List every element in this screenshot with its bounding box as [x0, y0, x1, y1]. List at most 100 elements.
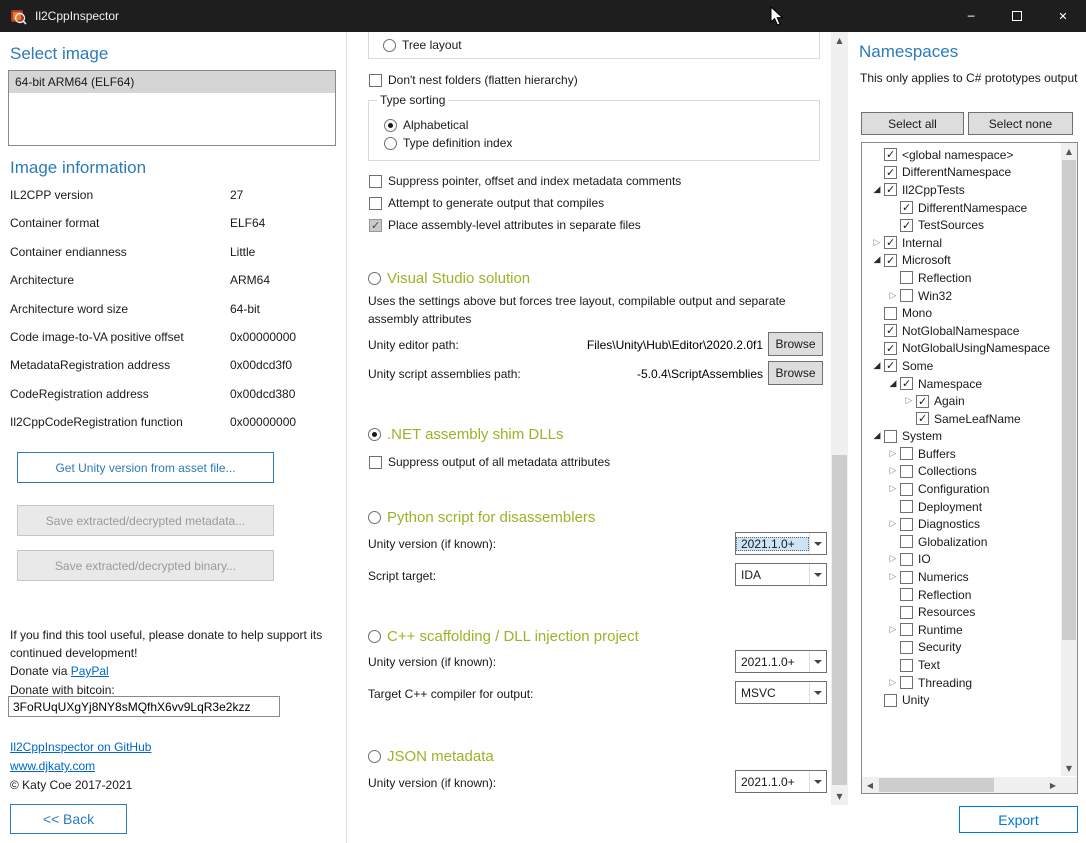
tree-item[interactable]: DifferentNamespace — [862, 199, 1060, 217]
tree-checkbox[interactable] — [900, 641, 913, 654]
tree-checkbox[interactable] — [884, 342, 897, 355]
radio-python-script[interactable]: Python script for disassemblers — [368, 509, 595, 526]
tree-item[interactable]: ◢System — [862, 428, 1060, 446]
tree-checkbox[interactable] — [900, 219, 913, 232]
tree-checkbox[interactable] — [900, 483, 913, 496]
tree-item[interactable]: ▷Diagnostics — [862, 515, 1060, 533]
expand-icon[interactable]: ▷ — [902, 396, 916, 406]
tree-item[interactable]: ▷Numerics — [862, 568, 1060, 586]
scroll-left-icon[interactable]: ◀ — [862, 777, 878, 793]
tree-item[interactable]: ▷Runtime — [862, 621, 1060, 639]
export-button[interactable]: Export — [959, 806, 1078, 833]
save-binary-button[interactable]: Save extracted/decrypted binary... — [17, 550, 274, 581]
expand-icon[interactable]: ▷ — [886, 554, 900, 564]
website-link[interactable]: www.djkaty.com — [10, 757, 95, 775]
checkbox-flatten-hierarchy[interactable]: Don't nest folders (flatten hierarchy) — [369, 73, 578, 87]
expand-icon[interactable]: ▷ — [886, 625, 900, 635]
radio-tree-layout[interactable]: Tree layout — [383, 38, 462, 52]
tree-checkbox[interactable] — [900, 606, 913, 619]
select-all-button[interactable]: Select all — [861, 112, 964, 135]
collapse-icon[interactable]: ◢ — [886, 379, 900, 389]
expand-icon[interactable]: ▷ — [886, 466, 900, 476]
scroll-up-icon[interactable]: ▲ — [831, 32, 848, 49]
paypal-link[interactable]: PayPal — [71, 664, 109, 678]
scroll-up-icon[interactable]: ▲ — [1061, 143, 1077, 159]
tree-checkbox[interactable] — [900, 659, 913, 672]
expand-icon[interactable]: ▷ — [886, 291, 900, 301]
cpp-compiler-select[interactable]: MSVC — [735, 681, 827, 704]
tree-item[interactable]: Mono — [862, 304, 1060, 322]
maximize-button[interactable] — [994, 0, 1040, 32]
tree-item[interactable]: SameLeafName — [862, 410, 1060, 428]
browse-assemblies-path-button[interactable]: Browse — [768, 361, 823, 385]
tree-item[interactable]: NotGlobalUsingNamespace — [862, 340, 1060, 358]
tree-checkbox[interactable] — [884, 324, 897, 337]
tree-item[interactable]: TestSources — [862, 216, 1060, 234]
tree-item[interactable]: Unity — [862, 691, 1060, 709]
tree-checkbox[interactable] — [884, 307, 897, 320]
tree-item[interactable]: ▷Again — [862, 392, 1060, 410]
tree-checkbox[interactable] — [900, 289, 913, 302]
tree-item[interactable]: ▷IO — [862, 551, 1060, 569]
save-metadata-button[interactable]: Save extracted/decrypted metadata... — [17, 505, 274, 536]
tree-item[interactable]: Globalization — [862, 533, 1060, 551]
unity-version-select-cpp[interactable]: 2021.1.0+ — [735, 650, 827, 673]
scroll-down-icon[interactable]: ▼ — [831, 788, 848, 805]
tree-checkbox[interactable] — [900, 571, 913, 584]
tree-checkbox[interactable] — [900, 377, 913, 390]
tree-item[interactable]: Security — [862, 639, 1060, 657]
tree-item[interactable]: Reflection — [862, 586, 1060, 604]
tree-checkbox[interactable] — [884, 183, 897, 196]
unity-version-select-json[interactable]: 2021.1.0+ — [735, 770, 827, 793]
expand-icon[interactable]: ▷ — [886, 484, 900, 494]
get-unity-version-button[interactable]: Get Unity version from asset file... — [17, 452, 274, 483]
scroll-right-icon[interactable]: ▶ — [1045, 777, 1061, 793]
collapse-icon[interactable]: ◢ — [870, 185, 884, 195]
tree-checkbox[interactable] — [900, 271, 913, 284]
expand-icon[interactable]: ▷ — [886, 572, 900, 582]
tree-checkbox[interactable] — [900, 553, 913, 566]
minimize-button[interactable]: ─ — [948, 0, 994, 32]
browse-editor-path-button[interactable]: Browse — [768, 332, 823, 356]
radio-cpp-scaffolding[interactable]: C++ scaffolding / DLL injection project — [368, 628, 639, 645]
tree-checkbox[interactable] — [916, 412, 929, 425]
tree-checkbox[interactable] — [884, 694, 897, 707]
tree-checkbox[interactable] — [900, 201, 913, 214]
select-none-button[interactable]: Select none — [968, 112, 1073, 135]
tree-item[interactable]: Text — [862, 656, 1060, 674]
radio-json-metadata[interactable]: JSON metadata — [368, 748, 494, 765]
collapse-icon[interactable]: ◢ — [870, 361, 884, 371]
tree-item[interactable]: ▷Collections — [862, 463, 1060, 481]
tree-item[interactable]: Reflection — [862, 269, 1060, 287]
bitcoin-address-input[interactable] — [8, 696, 280, 717]
tree-item[interactable]: ◢Microsoft — [862, 252, 1060, 270]
expand-icon[interactable]: ▷ — [886, 449, 900, 459]
namespace-tree[interactable]: <global namespace> DifferentNamespace◢Il2… — [862, 143, 1060, 776]
radio-type-definition-index[interactable]: Type definition index — [384, 136, 512, 150]
tree-checkbox[interactable] — [884, 236, 897, 249]
tree-checkbox[interactable] — [900, 518, 913, 531]
tree-vscrollbar-thumb[interactable] — [1062, 160, 1076, 640]
image-listbox[interactable]: 64-bit ARM64 (ELF64) — [8, 70, 336, 146]
unity-editor-path-input[interactable] — [553, 335, 763, 355]
radio-visual-studio-solution[interactable]: Visual Studio solution — [368, 270, 530, 287]
checkbox-compilable-output[interactable]: Attempt to generate output that compiles — [369, 196, 604, 210]
tree-checkbox[interactable] — [884, 359, 897, 372]
tree-checkbox[interactable] — [900, 500, 913, 513]
tree-checkbox[interactable] — [900, 535, 913, 548]
tree-item[interactable]: ▷Win32 — [862, 287, 1060, 305]
checkbox-suppress-metadata-comments[interactable]: Suppress pointer, offset and index metad… — [369, 174, 681, 188]
tree-item[interactable]: <global namespace> — [862, 146, 1060, 164]
collapse-icon[interactable]: ◢ — [870, 255, 884, 265]
scroll-down-icon[interactable]: ▼ — [1061, 760, 1077, 776]
expand-icon[interactable]: ▷ — [886, 519, 900, 529]
tree-item[interactable]: ▷Threading — [862, 674, 1060, 692]
tree-item[interactable]: Resources — [862, 603, 1060, 621]
collapse-icon[interactable]: ◢ — [870, 431, 884, 441]
tree-item[interactable]: ◢Some — [862, 357, 1060, 375]
expand-icon[interactable]: ▷ — [870, 238, 884, 248]
tree-checkbox[interactable] — [884, 166, 897, 179]
middle-scrollbar-thumb[interactable] — [832, 455, 847, 785]
close-button[interactable]: ✕ — [1040, 0, 1086, 32]
tree-item[interactable]: ◢Il2CppTests — [862, 181, 1060, 199]
